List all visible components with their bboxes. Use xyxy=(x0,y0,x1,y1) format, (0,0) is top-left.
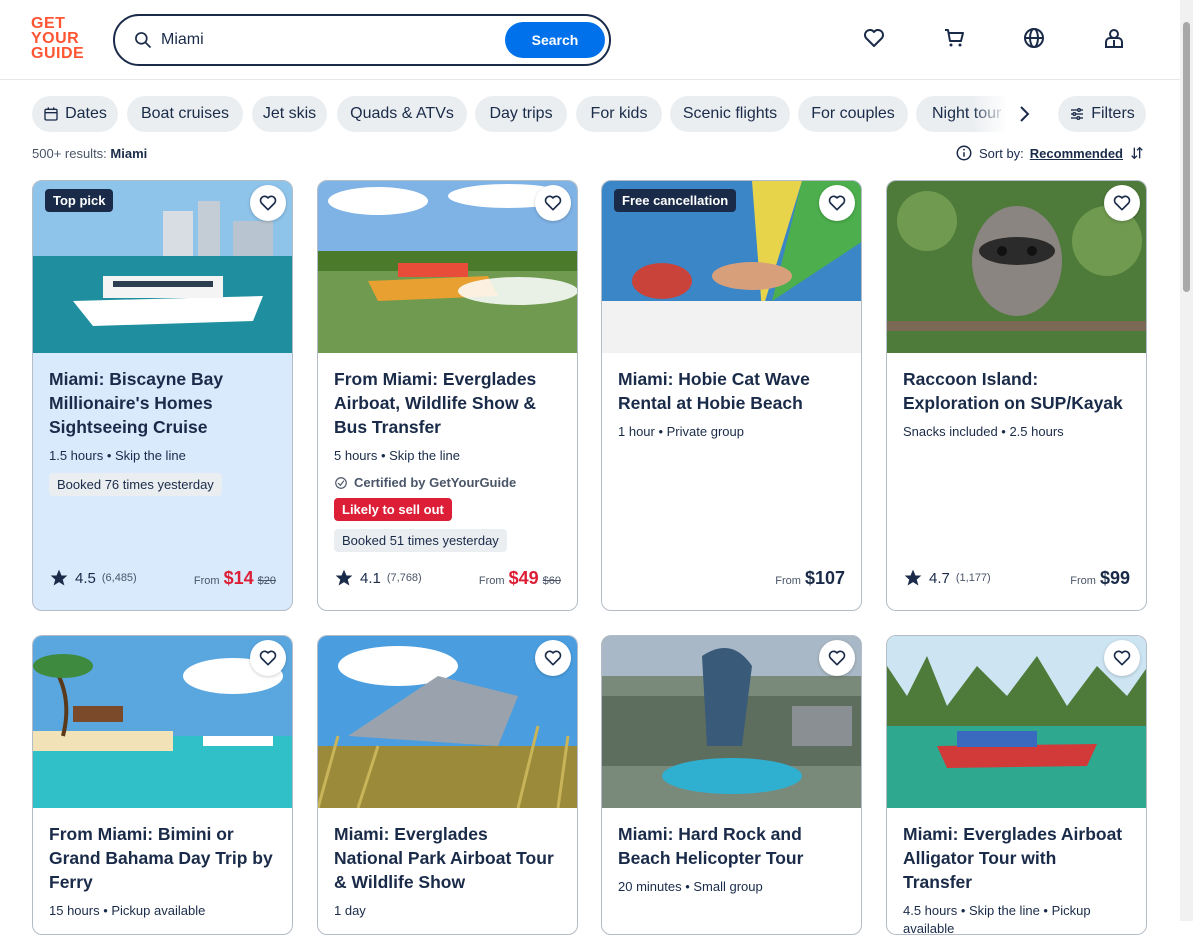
activity-meta: 1 hour • Private group xyxy=(618,424,744,439)
activity-title[interactable]: Raccoon Island: Exploration on SUP/Kayak xyxy=(903,367,1130,415)
free-cancellation-tag: Free cancellation xyxy=(614,189,737,212)
activity-card[interactable]: Raccoon Island: Exploration on SUP/Kayak… xyxy=(886,180,1147,611)
star-icon xyxy=(50,569,68,586)
activity-image xyxy=(887,636,1146,808)
rating: 4.7 (1,177) xyxy=(903,568,991,588)
top-pick-tag: Top pick xyxy=(45,189,114,212)
sort-value[interactable]: Recommended xyxy=(1030,146,1123,161)
activity-title[interactable]: Miami: Biscayne Bay Millionaire's Homes … xyxy=(49,367,276,439)
chip-for-couples[interactable]: For couples xyxy=(798,96,908,132)
activity-title[interactable]: Miami: Hobie Cat Wave Rental at Hobie Be… xyxy=(618,367,845,415)
star-icon xyxy=(904,569,922,586)
chip-scenic-flights[interactable]: Scenic flights xyxy=(670,96,790,132)
getyourguide-logo[interactable]: GET YOUR GUIDE xyxy=(31,16,91,62)
price: From $49 $60 xyxy=(478,568,561,588)
chip-quads-atvs[interactable]: Quads & ATVs xyxy=(337,96,467,132)
chip-jet-skis[interactable]: Jet skis xyxy=(252,96,327,132)
search-button[interactable]: Search xyxy=(505,22,605,58)
scrollbar[interactable] xyxy=(1180,0,1193,921)
profile-icon[interactable] xyxy=(1102,26,1126,50)
activity-image xyxy=(318,181,577,353)
star-icon xyxy=(335,569,353,586)
filters-button[interactable]: Filters xyxy=(1058,96,1146,132)
activity-meta: 5 hours • Skip the line xyxy=(334,448,460,463)
activity-meta: 1.5 hours • Skip the line xyxy=(49,448,186,463)
activity-image: Top pick xyxy=(33,181,292,353)
activity-image xyxy=(602,636,861,808)
activity-card[interactable]: Free cancellation Miami: Hobie Cat Wave … xyxy=(601,180,862,611)
activity-meta: 20 minutes • Small group xyxy=(618,879,763,894)
chip-boat-cruises[interactable]: Boat cruises xyxy=(127,96,243,132)
activity-card[interactable]: Miami: Everglades Airboat Alligator Tour… xyxy=(886,635,1147,935)
price: From $14 $20 xyxy=(193,568,276,588)
activity-title[interactable]: From Miami: Everglades Airboat, Wildlife… xyxy=(334,367,561,439)
calendar-icon xyxy=(44,107,58,121)
heart-icon[interactable] xyxy=(1104,185,1140,221)
activity-card[interactable]: Miami: Hard Rock and Beach Helicopter To… xyxy=(601,635,862,935)
site-header: GET YOUR GUIDE Search xyxy=(0,0,1180,80)
check-badge-icon xyxy=(335,476,347,489)
heart-icon[interactable] xyxy=(535,640,571,676)
search-input[interactable] xyxy=(161,28,491,52)
sell-out-badge: Likely to sell out xyxy=(334,498,452,521)
chevron-right-icon[interactable] xyxy=(1012,102,1036,126)
search-bar: Search xyxy=(113,14,611,66)
sort-control[interactable]: Sort by: Recommended xyxy=(955,144,1145,162)
activity-card[interactable]: Top pick Miami: Biscayne Bay Millionaire… xyxy=(32,180,293,611)
activity-meta: 15 hours • Pickup available xyxy=(49,903,206,918)
rating: 4.1 (7,768) xyxy=(334,568,422,588)
search-icon xyxy=(135,32,152,49)
activity-image xyxy=(33,636,292,808)
chip-dates[interactable]: Dates xyxy=(32,96,118,132)
booked-badge: Booked 76 times yesterday xyxy=(49,473,222,496)
heart-icon[interactable] xyxy=(1104,640,1140,676)
activity-title[interactable]: From Miami: Bimini or Grand Bahama Day T… xyxy=(49,822,276,894)
activity-image xyxy=(318,636,577,808)
activity-title[interactable]: Miami: Everglades National Park Airboat … xyxy=(334,822,561,894)
wishlist-heart-icon[interactable] xyxy=(862,26,886,50)
activity-title[interactable]: Miami: Hard Rock and Beach Helicopter To… xyxy=(618,822,845,870)
heart-icon[interactable] xyxy=(250,185,286,221)
chip-for-kids[interactable]: For kids xyxy=(576,96,662,132)
activity-title[interactable]: Miami: Everglades Airboat Alligator Tour… xyxy=(903,822,1130,894)
certified-label: Certified by GetYourGuide xyxy=(334,475,561,490)
filter-sliders-icon xyxy=(1071,108,1084,120)
chips-fade xyxy=(972,96,1012,132)
cart-icon[interactable] xyxy=(942,26,966,50)
globe-icon[interactable] xyxy=(1022,26,1046,50)
chip-day-trips[interactable]: Day trips xyxy=(475,96,567,132)
price: From $99 xyxy=(1070,568,1130,588)
category-chips: Dates Boat cruises Jet skis Quads & ATVs… xyxy=(32,96,1146,132)
heart-icon[interactable] xyxy=(535,185,571,221)
activity-image: Free cancellation xyxy=(602,181,861,353)
booked-badge: Booked 51 times yesterday xyxy=(334,529,507,552)
activity-image xyxy=(887,181,1146,353)
info-icon[interactable] xyxy=(955,144,973,162)
activity-meta: 4.5 hours • Skip the line • Pickup avail… xyxy=(903,903,1091,935)
price: From $107 xyxy=(775,568,845,588)
activity-card[interactable]: From Miami: Bimini or Grand Bahama Day T… xyxy=(32,635,293,935)
heart-icon[interactable] xyxy=(819,185,855,221)
heart-icon[interactable] xyxy=(250,640,286,676)
activity-meta: Snacks included • 2.5 hours xyxy=(903,424,1064,439)
activity-meta: 1 day xyxy=(334,903,366,918)
results-count: 500+ results: Miami xyxy=(32,146,148,161)
activity-card[interactable]: From Miami: Everglades Airboat, Wildlife… xyxy=(317,180,578,611)
heart-icon[interactable] xyxy=(819,640,855,676)
rating: 4.5 (6,485) xyxy=(49,568,137,588)
scrollbar-thumb[interactable] xyxy=(1183,22,1190,292)
sort-arrows-icon[interactable] xyxy=(1129,145,1145,161)
activity-card[interactable]: Miami: Everglades National Park Airboat … xyxy=(317,635,578,935)
